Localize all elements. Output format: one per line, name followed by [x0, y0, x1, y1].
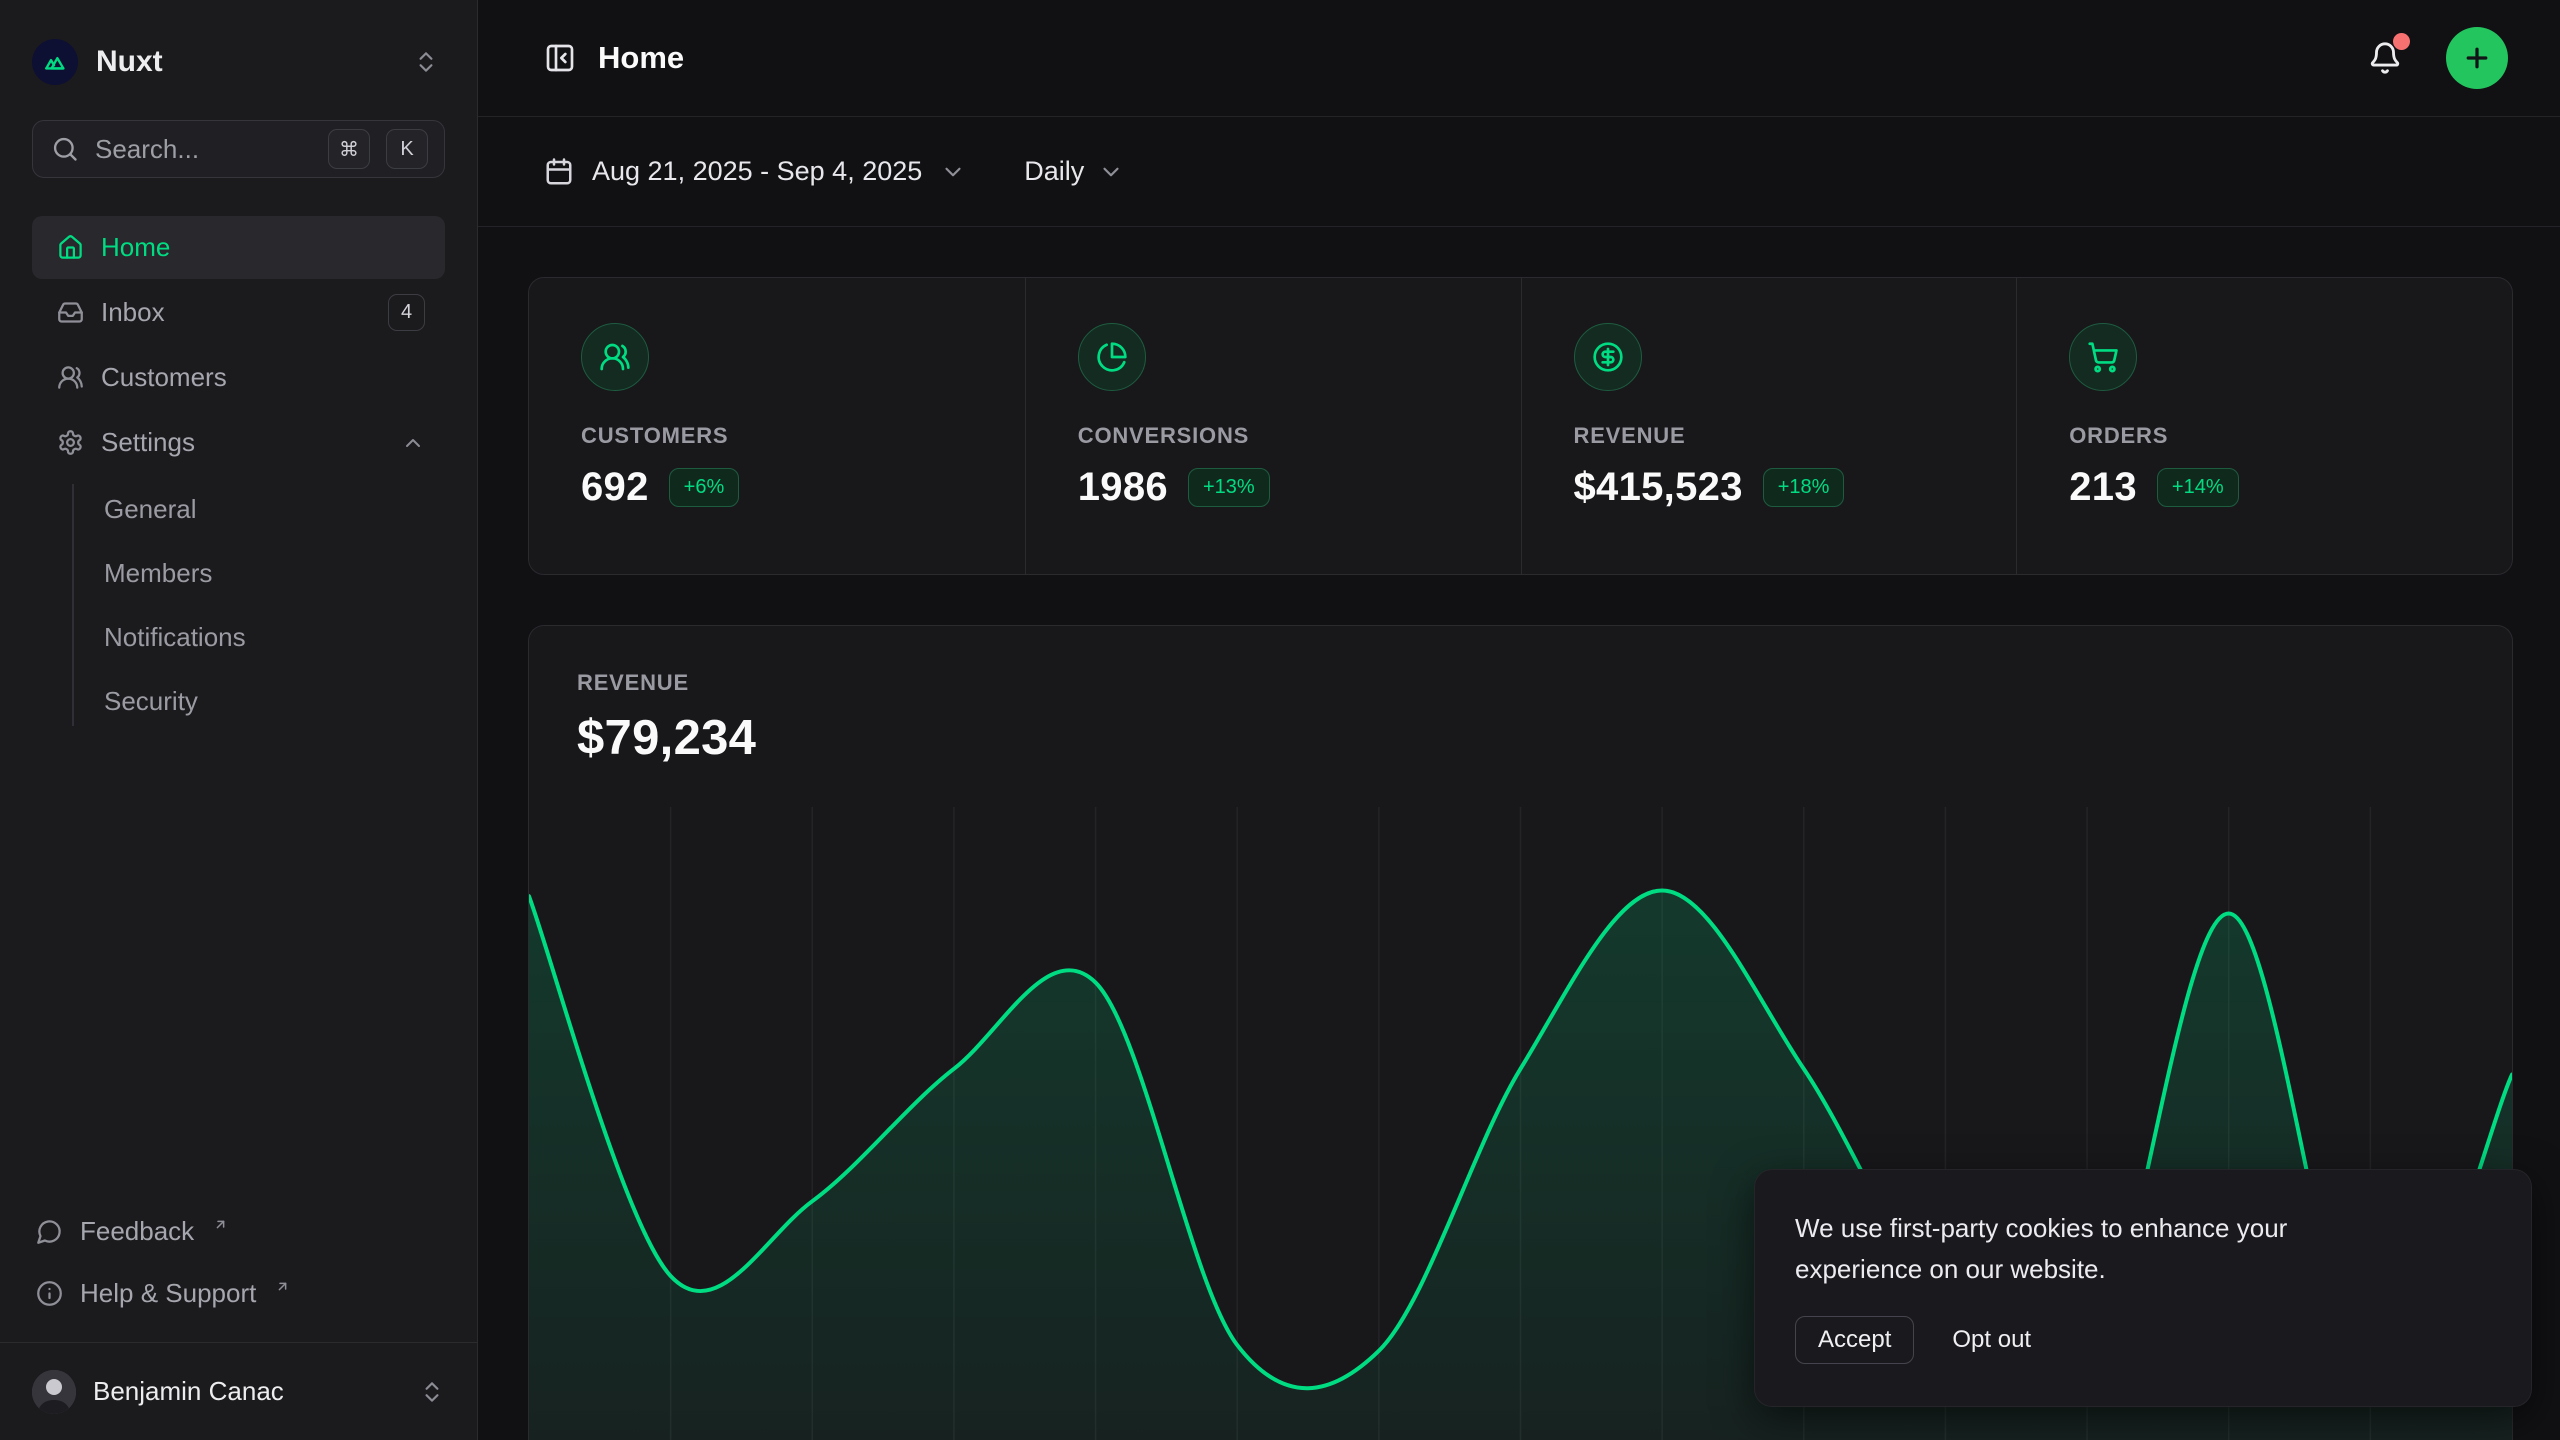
date-range-picker[interactable]: Aug 21, 2025 - Sep 4, 2025: [544, 156, 966, 187]
stats-row: CUSTOMERS 692 +6% CONVERSIONS 1986: [528, 277, 2513, 575]
granularity-select[interactable]: Daily: [1024, 156, 1124, 187]
revenue-value: $79,234: [577, 710, 2464, 766]
stat-delta-badge: +14%: [2157, 468, 2239, 507]
external-link-icon: [213, 1217, 228, 1232]
info-circle-icon: [36, 1280, 63, 1307]
notification-dot: [2393, 33, 2410, 50]
user-menu[interactable]: Benjamin Canac: [0, 1342, 477, 1440]
gear-icon: [57, 429, 84, 456]
opt-out-button[interactable]: Opt out: [1952, 1317, 2031, 1363]
chevron-up-icon: [401, 431, 425, 455]
sidebar-spacer: [32, 732, 445, 1202]
stat-value: $415,523: [1574, 465, 1743, 510]
date-range-label: Aug 21, 2025 - Sep 4, 2025: [592, 156, 922, 187]
help-support-label: Help & Support: [80, 1278, 256, 1309]
users-icon: [581, 323, 649, 391]
page-header: Home: [478, 0, 2560, 117]
sidebar-item-label: Home: [101, 232, 425, 263]
stat-card-orders[interactable]: ORDERS 213 +14%: [2016, 278, 2512, 574]
stat-value: 1986: [1078, 465, 1168, 510]
search-input[interactable]: Search... ⌘ K: [32, 120, 445, 178]
message-bubble-icon: [36, 1218, 63, 1245]
add-button[interactable]: [2446, 27, 2508, 89]
users-icon: [57, 364, 84, 391]
main-area: Home: [478, 0, 2560, 1440]
search-icon: [51, 135, 79, 163]
kbd-k: K: [386, 129, 428, 169]
stat-card-conversions[interactable]: CONVERSIONS 1986 +13%: [1025, 278, 1521, 574]
inbox-icon: [57, 299, 84, 326]
sidebar-item-members[interactable]: Members: [104, 542, 445, 604]
settings-subnav: General Members Notifications Security: [32, 478, 445, 732]
search-placeholder: Search...: [95, 134, 312, 165]
sidebar-item-customers[interactable]: Customers: [32, 346, 445, 409]
sidebar-item-label: Customers: [101, 362, 425, 393]
panel-collapse-icon[interactable]: [544, 42, 576, 74]
sidebar-item-security[interactable]: Security: [104, 670, 445, 732]
feedback-label: Feedback: [80, 1216, 194, 1247]
revenue-panel-header: REVENUE $79,234: [529, 626, 2512, 807]
stat-delta-badge: +18%: [1763, 468, 1845, 507]
sidebar-footer: Feedback Help & Support: [32, 1202, 445, 1342]
sidebar-item-inbox[interactable]: Inbox 4: [32, 281, 445, 344]
sidebar-item-label: Settings: [101, 427, 384, 458]
stat-label: ORDERS: [2069, 423, 2472, 449]
stat-label: CONVERSIONS: [1078, 423, 1481, 449]
dollar-circle-icon: [1574, 323, 1642, 391]
stat-label: CUSTOMERS: [581, 423, 985, 449]
granularity-label: Daily: [1024, 156, 1084, 187]
stat-value: 692: [581, 465, 649, 510]
kbd-meta: ⌘: [328, 129, 370, 169]
home-icon: [57, 234, 84, 261]
plus-icon: [2462, 43, 2492, 73]
sidebar-item-settings[interactable]: Settings: [32, 411, 445, 474]
stat-delta-badge: +13%: [1188, 468, 1270, 507]
stat-card-customers[interactable]: CUSTOMERS 692 +6%: [529, 278, 1025, 574]
accept-button[interactable]: Accept: [1795, 1316, 1914, 1364]
inbox-count-badge: 4: [388, 294, 425, 331]
chevron-down-icon: [940, 159, 966, 185]
sidebar-item-home[interactable]: Home: [32, 216, 445, 279]
sidebar-item-notifications[interactable]: Notifications: [104, 606, 445, 668]
revenue-label: REVENUE: [577, 670, 2464, 696]
dashboard-app: Nuxt Search... ⌘ K: [0, 0, 2560, 1440]
workspace-selector[interactable]: Nuxt: [32, 30, 445, 94]
external-link-icon: [275, 1279, 290, 1294]
cart-icon: [2069, 323, 2137, 391]
sidebar-nav: Home Inbox 4 C: [32, 216, 445, 732]
workspace-name: Nuxt: [96, 45, 389, 79]
nuxt-logo-icon: [32, 39, 78, 85]
sidebar-item-label: Inbox: [101, 297, 371, 328]
feedback-link[interactable]: Feedback: [32, 1202, 445, 1260]
pie-chart-icon: [1078, 323, 1146, 391]
stat-label: REVENUE: [1574, 423, 1977, 449]
calendar-icon: [544, 157, 574, 187]
chevrons-up-down-icon: [419, 1379, 445, 1405]
chevrons-up-down-icon[interactable]: [407, 43, 445, 81]
chevron-down-icon: [1098, 159, 1124, 185]
notifications-button[interactable]: [2362, 35, 2408, 81]
sidebar-item-general[interactable]: General: [104, 478, 445, 540]
help-support-link[interactable]: Help & Support: [32, 1264, 445, 1322]
cookie-actions: Accept Opt out: [1795, 1316, 2491, 1364]
user-name: Benjamin Canac: [93, 1376, 402, 1407]
cookie-banner: We use first-party cookies to enhance yo…: [1754, 1169, 2532, 1407]
sidebar: Nuxt Search... ⌘ K: [0, 0, 478, 1440]
stat-value: 213: [2069, 465, 2137, 510]
stat-delta-badge: +6%: [669, 468, 740, 507]
stat-card-revenue[interactable]: REVENUE $415,523 +18%: [1521, 278, 2017, 574]
filter-bar: Aug 21, 2025 - Sep 4, 2025 Daily: [478, 117, 2560, 227]
cookie-message: We use first-party cookies to enhance yo…: [1795, 1208, 2375, 1290]
page-title: Home: [598, 40, 2340, 76]
avatar: [32, 1370, 76, 1414]
